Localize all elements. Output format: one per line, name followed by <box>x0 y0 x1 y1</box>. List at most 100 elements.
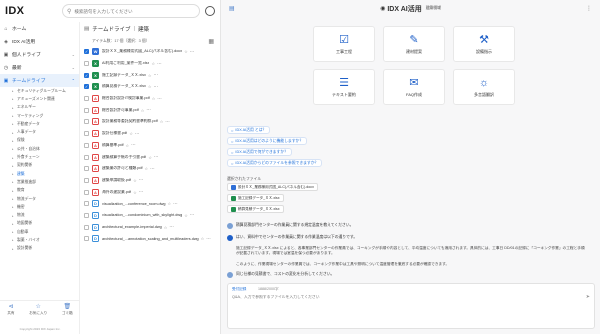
sidebar-item-recent[interactable]: ◷ 最新 ⌄ <box>0 61 79 74</box>
file-name[interactable]: 総合設計許可事業.pdf <box>102 108 139 113</box>
selected-file-chip[interactable]: 設計ＸＸ_業務様用式図_ALC(パネル含む).docx <box>227 183 318 191</box>
star-icon[interactable]: ☆ <box>133 178 137 183</box>
chevron-right-icon[interactable]: ▸ <box>12 172 15 176</box>
more-icon[interactable]: ⋯ <box>165 119 170 125</box>
suggestion-button[interactable]: ○ IDX AI活用はどのように機能しますか？ <box>227 137 308 145</box>
more-icon[interactable]: ⋯ <box>153 84 158 90</box>
file-row[interactable]: A 総合設計設計IT検討事業.pdf ☆ ⋯ <box>80 93 220 105</box>
star-icon[interactable]: ☆ <box>148 73 152 78</box>
file-name[interactable]: 総合設計設計IT検討事業.pdf <box>102 96 150 101</box>
file-name[interactable]: AI利用ご利用_案件一覧.xlsx <box>102 61 149 66</box>
send-icon[interactable]: ➤ <box>586 294 590 300</box>
row-checkbox[interactable]: ✓ <box>84 72 89 78</box>
more-icon[interactable]: ⋯ <box>150 166 155 172</box>
sidebar-subitem[interactable]: ▸ セキュリティグループルーム <box>0 87 79 95</box>
sidebar-subitem[interactable]: ▸ エネルギー <box>0 104 79 112</box>
chevron-down-icon[interactable]: ⌄ <box>72 65 75 70</box>
star-icon[interactable]: ☆ <box>164 225 168 230</box>
file-row[interactable]: A 建築業の許可と種類.pdf ☆ ⋯ <box>80 163 220 175</box>
chat-input[interactable] <box>232 295 572 299</box>
file-name[interactable]: 施工記録データ_ＸＸ.xlsx <box>102 73 146 78</box>
file-row[interactable]: Dvisualization_...conference_room.dwg ☆ ⋯ <box>80 198 220 210</box>
star-icon[interactable]: ☆ <box>168 201 172 206</box>
file-name[interactable]: 海外の建設業.pdf <box>102 190 131 195</box>
row-checkbox[interactable] <box>84 61 89 67</box>
file-row[interactable]: ✓ W 設計ＸＸ_業務様用式図_ALC(パネル含む).docx ☆ ⋯ <box>80 46 220 58</box>
file-row[interactable]: A 積算基準.pdf ☆ ⋯ <box>80 140 220 152</box>
panel-back-icon[interactable]: ▤ <box>229 5 235 12</box>
file-row[interactable]: X AI利用ご利用_案件一覧.xlsx ☆ ⋯ <box>80 58 220 70</box>
more-icon[interactable]: ⋯ <box>157 96 162 102</box>
search-input[interactable] <box>74 8 195 14</box>
row-checkbox[interactable] <box>84 212 89 218</box>
more-icon[interactable]: ⋯ <box>131 142 136 148</box>
file-row[interactable]: A 建築申請取扱.pdf ☆ ⋯ <box>80 175 220 187</box>
sidebar-subitem[interactable]: ▸ 人事データ <box>0 128 79 136</box>
chevron-right-icon[interactable]: ▸ <box>12 189 15 193</box>
chevron-right-icon[interactable]: ▸ <box>12 114 15 118</box>
share-button[interactable]: ⊲ 共有 <box>7 303 14 316</box>
star-icon[interactable]: ☆ <box>141 108 145 113</box>
more-icon[interactable]: ⋯ <box>190 49 195 55</box>
file-name[interactable]: 設計仕様書.pdf <box>102 131 127 136</box>
chevron-right-icon[interactable]: ▸ <box>12 180 15 184</box>
row-checkbox[interactable] <box>84 96 89 102</box>
file-row[interactable]: A 設計仕様書.pdf ☆ ⋯ <box>80 128 220 140</box>
row-checkbox[interactable] <box>84 236 89 242</box>
chevron-right-icon[interactable]: ▸ <box>12 122 15 126</box>
app-logo[interactable]: IDX <box>5 5 24 17</box>
file-row[interactable]: Dvisualization_...condominium_with_skyli… <box>80 210 220 222</box>
file-row[interactable]: A 海外の建設業.pdf ☆ ⋯ <box>80 186 220 198</box>
row-checkbox[interactable] <box>84 142 89 148</box>
sidebar-subitem[interactable]: ▸ マーケティング <box>0 112 79 120</box>
chevron-right-icon[interactable]: ▸ <box>12 222 15 226</box>
file-name[interactable]: 積算見積データ_ＸＸ.xlsx <box>102 84 146 89</box>
file-name[interactable]: architectural_example-imperial.dwg <box>102 225 162 229</box>
star-icon[interactable]: ☆ <box>160 119 164 124</box>
row-checkbox[interactable] <box>84 177 89 183</box>
row-checkbox[interactable] <box>84 154 89 160</box>
star-icon[interactable]: ☆ <box>152 96 156 101</box>
chevron-up-icon[interactable]: ⌃ <box>72 78 75 83</box>
row-checkbox[interactable] <box>84 131 89 137</box>
more-icon[interactable]: ⋯ <box>139 189 144 195</box>
file-row[interactable]: A 総合設計許可事業.pdf ☆ ⋯ <box>80 104 220 116</box>
feature-card[interactable]: ✉ FAQ作成 <box>383 69 445 105</box>
row-checkbox[interactable] <box>84 201 89 207</box>
more-icon[interactable]: ⋯ <box>139 177 144 183</box>
sidebar-subitem[interactable]: ▸ 設計関係 <box>0 245 79 253</box>
star-icon[interactable]: ☆ <box>133 190 137 195</box>
sidebar-item-team-drive[interactable]: ▣ チームドライブ ⌃ <box>0 74 79 87</box>
chevron-right-icon[interactable]: ▸ <box>12 238 15 242</box>
file-name[interactable]: architectural_...annotation_scaling_and_… <box>102 237 199 241</box>
chevron-right-icon[interactable]: ▸ <box>12 89 15 93</box>
chevron-right-icon[interactable]: ▸ <box>12 106 15 110</box>
star-icon[interactable]: ☆ <box>126 143 130 148</box>
chevron-down-icon[interactable]: ⌄ <box>72 52 75 57</box>
chevron-right-icon[interactable]: ▸ <box>12 205 15 209</box>
more-icon[interactable]: ⋯ <box>206 236 211 242</box>
suggestion-button[interactable]: ○ IDX AI活用で何ができますか？ <box>227 148 292 156</box>
star-icon[interactable]: ☆ <box>184 49 188 54</box>
star-icon[interactable]: ☆ <box>148 155 152 160</box>
feature-card[interactable]: ✎ 建材提案 <box>383 26 445 62</box>
sidebar-subitem[interactable]: ▸ 物流 <box>0 211 79 219</box>
sidebar-subitem[interactable]: ▸ 外食チェーン <box>0 153 79 161</box>
file-name[interactable]: 設計ＸＸ_業務様用式図_ALC(パネル含む).docx <box>102 49 182 54</box>
more-icon[interactable]: ⋯ <box>135 131 140 137</box>
file-row[interactable]: ✓ X 施工記録データ_ＸＸ.xlsx ☆ ⋯ <box>80 69 220 81</box>
row-checkbox[interactable] <box>84 119 89 125</box>
file-name[interactable]: 建築申請取扱.pdf <box>102 178 131 183</box>
star-icon[interactable]: ☆ <box>145 166 149 171</box>
file-name[interactable]: visualization_...condominium_with_skylig… <box>102 213 182 217</box>
file-name[interactable]: 設計業務等委託契約書準約款.pdf <box>102 119 158 124</box>
chevron-right-icon[interactable]: ▸ <box>12 147 15 151</box>
sidebar-subitem[interactable]: ▸ 契約関係 <box>0 162 79 170</box>
star-icon[interactable]: ☆ <box>151 61 155 66</box>
chevron-right-icon[interactable]: ▸ <box>12 97 15 101</box>
sidebar-subitem[interactable]: ▸ アミューズメント関連 <box>0 95 79 103</box>
suggestion-button[interactable]: ○ IDX AI活用からどのファイルを参照できますか？ <box>227 159 323 167</box>
grid-view-icon[interactable]: ▦ <box>208 38 214 45</box>
favorites-button[interactable]: ☆ お気に入り <box>29 303 47 316</box>
sidebar-subitem[interactable]: ▸ 営業推進部 <box>0 178 79 186</box>
